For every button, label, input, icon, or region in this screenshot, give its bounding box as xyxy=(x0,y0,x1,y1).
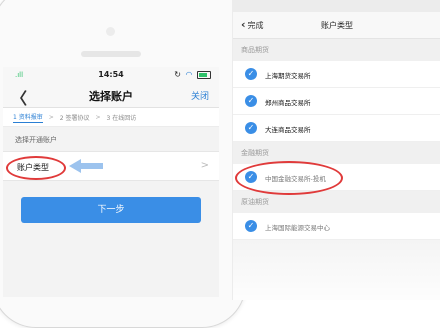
status-icons: ↻ ◠ xyxy=(172,70,211,79)
status-strip xyxy=(233,0,440,12)
list-item[interactable]: ✓ 郑州商品交易所 xyxy=(233,88,440,115)
page-title: 选择账户 xyxy=(89,90,133,103)
list-item[interactable]: ✓ 中国金融交易所-投机 xyxy=(233,161,440,195)
section-label: 选择开通账户 xyxy=(15,136,57,144)
check-icon: ✓ xyxy=(245,95,257,107)
item-label: 郑州商品交易所 xyxy=(265,99,311,107)
check-icon: ✓ xyxy=(245,171,257,183)
close-button[interactable]: 关闭 xyxy=(191,89,209,102)
chevron-right-icon: > xyxy=(200,160,209,171)
battery-icon xyxy=(197,70,211,79)
step-3: 3 在线回访 xyxy=(106,114,137,122)
step-1: 1 资料报审 xyxy=(13,113,43,123)
step-arrow-icon: > xyxy=(95,113,101,121)
phone-screen: .ıll 14:54 ↻ ◠ 〈 选择账户 关闭 1 资料报审 > 2 签署协议… xyxy=(3,67,219,297)
next-step-button[interactable]: 下一步 xyxy=(21,197,201,223)
item-label: 中国金融交易所-投机 xyxy=(265,175,326,183)
check-icon: ✓ xyxy=(245,220,257,232)
account-type-label: 账户类型 xyxy=(17,163,49,172)
item-label: 上海期货交易所 xyxy=(265,72,311,80)
nav-bar: 〈 选择账户 关闭 xyxy=(3,83,219,108)
step-indicator: 1 资料报审 > 2 签署协议 > 3 在线回访 xyxy=(3,108,219,127)
page-title: 账户类型 xyxy=(321,21,353,30)
status-bar: .ıll 14:54 ↻ ◠ xyxy=(3,67,219,83)
check-icon: ✓ xyxy=(245,68,257,80)
group-header: 金融期货 xyxy=(233,142,440,164)
check-icon: ✓ xyxy=(245,122,257,134)
item-label: 上海国际能源交易中心 xyxy=(265,224,330,232)
list-item[interactable]: ✓ 大连商品交易所 xyxy=(233,115,440,142)
nav-bar: ‹ 完成 账户类型 xyxy=(233,12,440,39)
step-arrow-icon: > xyxy=(48,113,54,121)
earpiece xyxy=(81,51,141,57)
arrow-pointer-icon xyxy=(69,159,103,173)
account-type-screen: ‹ 完成 账户类型 商品期货 ✓ 上海期货交易所 ✓ 郑州商品交易所 ✓ 大连商品… xyxy=(232,0,440,300)
phone-frame: .ıll 14:54 ↻ ◠ 〈 选择账户 关闭 1 资料报审 > 2 签署协议… xyxy=(0,0,246,328)
list-item[interactable]: ✓ 上海国际能源交易中心 xyxy=(233,213,440,240)
list-item[interactable]: ✓ 上海期货交易所 xyxy=(233,61,440,88)
group-header: 原油期货 xyxy=(233,191,440,213)
front-camera xyxy=(106,27,115,36)
step-2: 2 签署协议 xyxy=(59,114,90,122)
item-label: 大连商品交易所 xyxy=(265,126,311,134)
fade-overlay xyxy=(233,240,440,300)
account-type-row[interactable]: 账户类型 > xyxy=(3,151,219,181)
wifi-icon: ◠ xyxy=(185,70,193,79)
refresh-icon: ↻ xyxy=(174,70,181,79)
group-header: 商品期货 xyxy=(233,39,440,61)
